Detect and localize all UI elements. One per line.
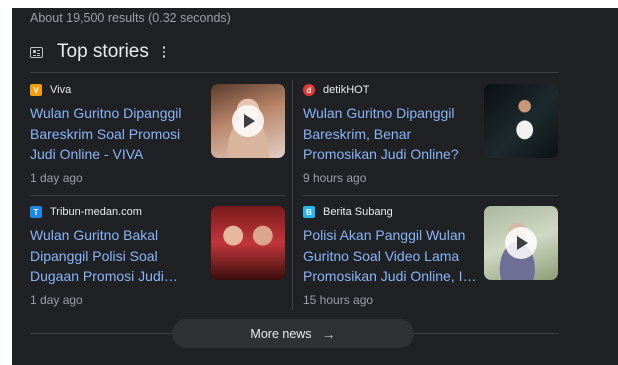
top-stories-header: Top stories [30,41,166,63]
arrow-right-icon: → [321,325,336,342]
play-icon[interactable] [505,227,537,259]
section-title: Top stories [57,41,149,62]
story-headline[interactable]: Wulan Guritno Bakal Dipanggil Polisi Soa… [30,225,208,287]
story-time: 1 day ago [30,171,83,185]
story-card[interactable]: B Berita Subang Polisi Akan Panggil Wula… [303,206,565,318]
story-card[interactable]: V Viva Wulan Guritno Dipanggil Bareskrim… [30,84,292,196]
story-card[interactable]: d detikHOT Wulan Guritno Dipanggil Bares… [303,84,565,196]
story-thumbnail[interactable] [211,206,285,280]
story-headline[interactable]: Wulan Guritno Dipanggil Bareskrim Soal P… [30,103,208,165]
story-source: d detikHOT [303,84,369,96]
viva-favicon-icon: V [30,84,42,96]
story-time: 15 hours ago [303,293,374,307]
top-stories-panel: About 19,500 results (0.32 seconds) Top … [12,8,618,365]
more-options-icon[interactable] [162,46,166,58]
more-news-label: More news [250,326,312,341]
story-thumbnail[interactable] [484,206,558,280]
story-source: T Tribun-medan.com [30,206,142,218]
column-divider [292,80,293,310]
berita-subang-favicon-icon: B [303,206,315,218]
story-headline[interactable]: Wulan Guritno Dipanggil Bareskrim, Benar… [303,103,481,165]
story-source: B Berita Subang [303,206,393,218]
detik-favicon-icon: d [303,84,315,96]
story-thumbnail[interactable] [484,84,558,158]
source-name: detikHOT [323,84,370,96]
footer-divider-right [414,333,558,334]
story-time: 9 hours ago [303,171,367,185]
results-stats: About 19,500 results (0.32 seconds) [30,11,231,25]
story-headline[interactable]: Polisi Akan Panggil Wulan Guritno Soal V… [303,225,481,287]
source-name: Viva [50,84,72,96]
source-name: Tribun-medan.com [50,206,142,218]
tribun-favicon-icon: T [30,206,42,218]
source-name: Berita Subang [323,206,393,218]
story-time: 1 day ago [30,293,83,307]
story-source: V Viva [30,84,71,96]
newspaper-icon [30,46,43,58]
play-icon[interactable] [232,105,264,137]
story-thumbnail[interactable] [211,84,285,158]
more-news-button[interactable]: More news → [172,319,414,348]
header-divider [30,72,558,73]
footer-divider-left [30,333,172,334]
story-card[interactable]: T Tribun-medan.com Wulan Guritno Bakal D… [30,206,292,318]
